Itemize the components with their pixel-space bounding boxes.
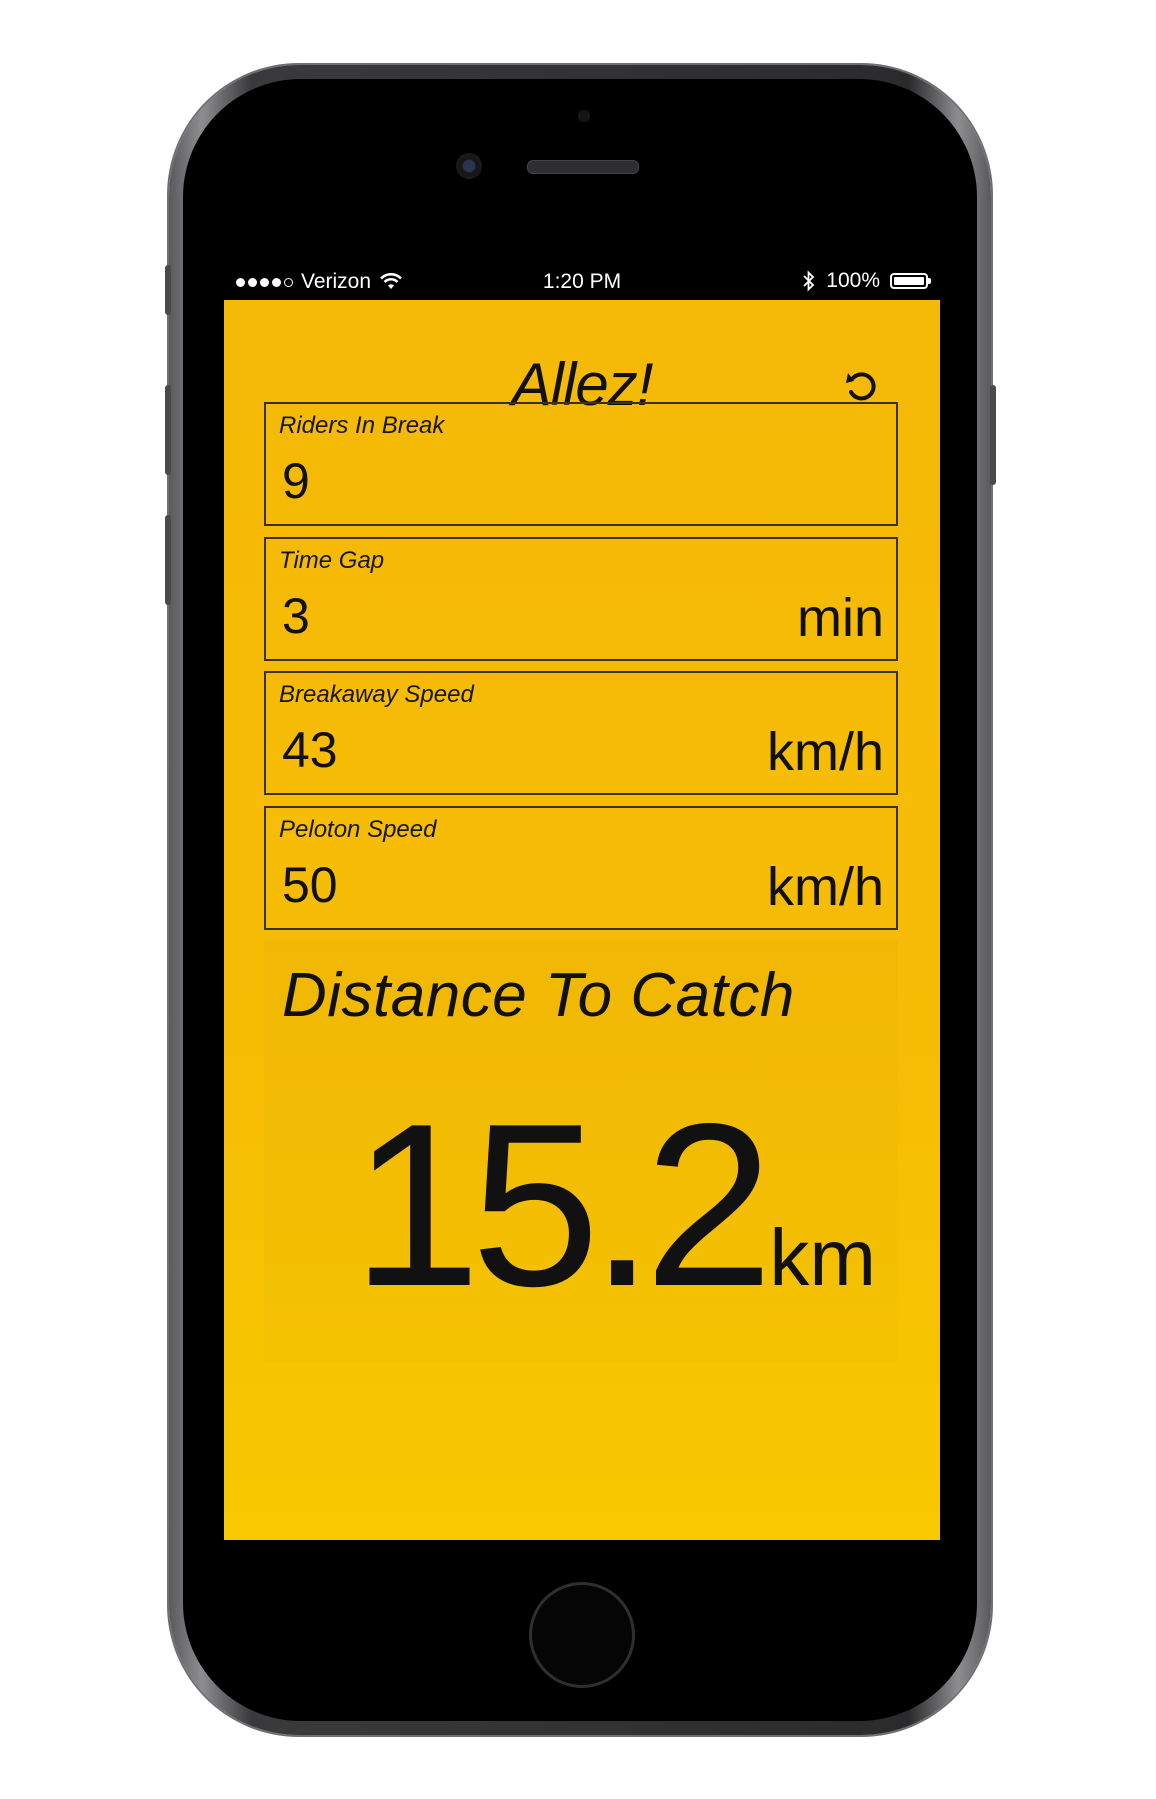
time-gap-input[interactable]: 3 xyxy=(282,587,310,645)
field-label: Riders In Break xyxy=(279,412,445,439)
front-camera xyxy=(456,153,482,179)
battery-icon xyxy=(890,273,931,289)
mute-switch xyxy=(165,265,171,315)
result-unit: km xyxy=(769,1213,876,1302)
breakaway-speed-input[interactable]: 43 xyxy=(282,721,338,779)
volume-down-button xyxy=(165,515,171,605)
battery-level-fill xyxy=(894,277,924,285)
home-button[interactable] xyxy=(529,1582,635,1688)
riders-in-break-input[interactable]: 9 xyxy=(282,452,310,510)
peloton-speed-field[interactable]: Peloton Speed 50 km/h xyxy=(264,806,898,930)
riders-in-break-field[interactable]: Riders In Break 9 xyxy=(264,402,898,526)
peloton-speed-input[interactable]: 50 xyxy=(282,856,338,914)
status-bar: Verizon 1:20 PM 100% xyxy=(224,262,940,300)
field-unit: min xyxy=(796,588,884,648)
result-label: Distance To Catch xyxy=(282,961,795,1030)
field-label: Breakaway Speed xyxy=(279,681,474,708)
field-unit: km/h xyxy=(766,857,884,917)
time-gap-field[interactable]: Time Gap 3 min xyxy=(264,537,898,661)
earpiece-speaker xyxy=(527,160,639,174)
battery-percent: 100% xyxy=(826,269,880,292)
bluetooth-icon xyxy=(803,270,815,292)
field-unit: km/h xyxy=(766,722,884,782)
field-label: Peloton Speed xyxy=(279,816,437,843)
power-button xyxy=(990,385,996,485)
proximity-sensor xyxy=(578,110,590,122)
result-value: 15.2 xyxy=(351,1076,774,1335)
volume-up-button xyxy=(165,385,171,475)
result-value-group: 15.2 km xyxy=(352,1090,876,1322)
field-label: Time Gap xyxy=(279,547,385,574)
breakaway-speed-field[interactable]: Breakaway Speed 43 km/h xyxy=(264,671,898,795)
screen: Verizon 1:20 PM 100% Allez! Riders In Br… xyxy=(224,262,940,1540)
status-right: 100% xyxy=(802,269,931,293)
app-view: Allez! Riders In Break 9 Time Gap 3 min … xyxy=(224,300,940,1540)
distance-result-panel: Distance To Catch 15.2 km xyxy=(264,940,898,1362)
